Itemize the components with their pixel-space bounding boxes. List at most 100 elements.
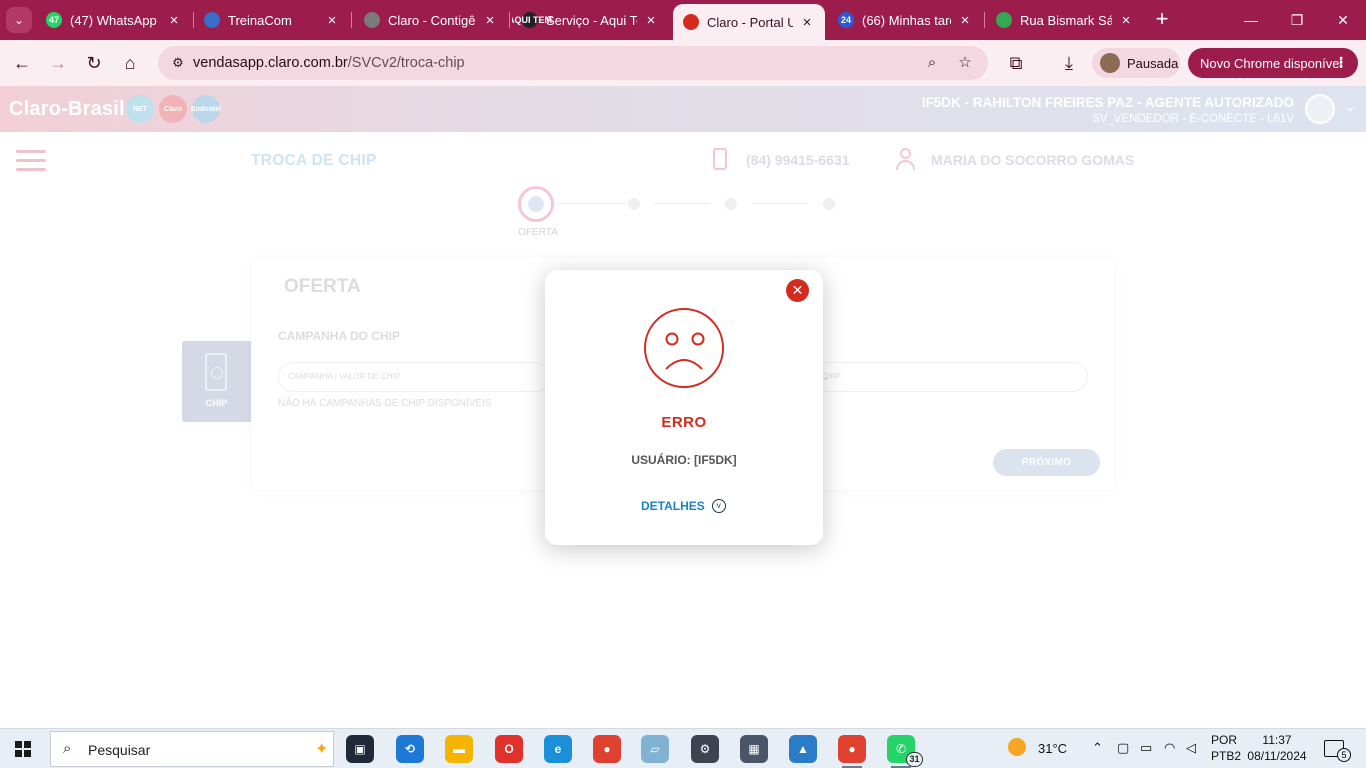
url-path: /SVCv2/troca-chip — [347, 55, 465, 71]
sim-chip-icon — [205, 353, 227, 391]
select-placeholder: CAMPANHA / VALOR DE CHIP — [288, 372, 401, 381]
close-tab-icon[interactable]: × — [799, 14, 815, 31]
update-label: Novo Chrome disponível — [1200, 55, 1343, 71]
zoom-icon[interactable]: ⌕ — [921, 52, 943, 74]
user-avatar-icon[interactable] — [1305, 94, 1335, 124]
close-tab-icon[interactable]: × — [166, 12, 182, 29]
close-tab-icon[interactable]: × — [643, 12, 659, 29]
bookmark-star-icon[interactable]: ☆ — [954, 52, 976, 74]
app-link-icon[interactable]: ⟲ — [396, 735, 424, 763]
hamburger-menu-icon[interactable] — [16, 150, 46, 176]
menu-icon[interactable]: ⋮ — [1334, 54, 1348, 71]
restore-button[interactable]: ❐ — [1274, 6, 1320, 34]
browser-tab-strip: ⌄ 47 (47) WhatsApp × TreinaCom × Claro - Cont… — [0, 0, 1366, 40]
downloads-icon[interactable]: ⤓ — [1055, 49, 1083, 77]
notifications-icon[interactable]: 5 — [1324, 740, 1351, 762]
browser-tab[interactable]: AQUI TEM Serviço - Aqui Te × — [512, 4, 669, 36]
treinacom-icon — [204, 12, 220, 28]
notes-app-icon[interactable]: ▱ — [641, 735, 669, 763]
minimize-button[interactable]: — — [1228, 6, 1274, 34]
home-button[interactable]: ⌂ — [116, 49, 144, 77]
globe-icon — [364, 12, 380, 28]
browser-tab[interactable]: TreinaCom × — [194, 4, 350, 36]
language-code: POR — [1211, 733, 1238, 747]
chip-select[interactable]: CHIP ⌄ — [800, 362, 1088, 392]
browser-tab[interactable]: 47 (47) WhatsApp × — [36, 4, 192, 36]
extensions-icon[interactable]: ⧉ — [1002, 49, 1030, 77]
side-tab-label: CHIP — [205, 398, 228, 408]
app-glyph: ⚙ — [699, 742, 711, 756]
taskbar-search-input[interactable]: ⌕ Pesquisar ✦ — [50, 731, 334, 767]
chevron-down-icon[interactable]: ⌄ — [1344, 98, 1356, 115]
close-tab-icon[interactable]: × — [482, 12, 498, 29]
forward-button[interactable]: → — [44, 49, 72, 77]
browser-tab[interactable]: Claro - Portal Un × — [673, 4, 825, 40]
weather-temperature[interactable]: 31°C — [1038, 741, 1067, 756]
task-view-icon[interactable]: ▣ — [346, 735, 374, 763]
chip-side-tab[interactable]: CHIP — [182, 341, 251, 422]
tab-title: TreinaCom — [228, 12, 292, 28]
tasks-icon: 24 — [838, 12, 854, 28]
url-host: vendasapp.claro.com.br — [193, 55, 348, 71]
back-button[interactable]: ← — [8, 49, 36, 77]
net-badge: NET — [126, 95, 154, 123]
browser-tab[interactable]: Rua Bismark Sá × — [986, 4, 1144, 36]
url-text[interactable]: vendasapp.claro.com.br/SVCv2/troca-chip — [193, 55, 465, 71]
web-page: Claro-Brasil NET Claro Embratel IF5DK - … — [0, 86, 1366, 728]
embratel-badge: Embratel — [191, 95, 221, 123]
new-tab-button[interactable]: + — [1150, 8, 1174, 32]
close-modal-button[interactable]: ✕ — [786, 279, 809, 302]
step-connector — [752, 203, 808, 204]
opera-icon[interactable]: O — [495, 735, 523, 763]
profile-button[interactable]: Pausada — [1092, 48, 1180, 78]
app-glyph: ▣ — [354, 742, 366, 756]
volume-icon[interactable]: ◁ — [1186, 740, 1196, 756]
phone-number: (84) 99415-6631 — [746, 152, 850, 168]
tab-title: (47) WhatsApp — [70, 12, 157, 28]
whatsapp-icon[interactable]: ✆ 31 — [887, 735, 923, 768]
close-window-button[interactable]: ✕ — [1320, 6, 1366, 34]
calculator-icon[interactable]: ▦ — [740, 735, 768, 763]
chevron-up-icon[interactable]: ⌃ — [1092, 740, 1103, 756]
site-info-icon[interactable]: ⚙ — [166, 51, 190, 75]
chevron-down-icon: ⌄ — [13, 13, 25, 27]
browser-tab[interactable]: Claro - Contigên × — [354, 4, 508, 36]
tab-title: Claro - Portal Un — [707, 14, 793, 30]
tab-separator — [509, 12, 510, 28]
chrome-icon[interactable]: ● — [593, 735, 621, 763]
app-glyph: ● — [848, 742, 856, 756]
app-glyph: ✆ — [895, 742, 907, 756]
file-explorer-icon[interactable]: ▬ — [445, 735, 473, 763]
details-toggle[interactable]: DETALHES v — [641, 497, 726, 515]
page-title: TROCA DE CHIP — [251, 152, 377, 169]
weather-icon[interactable] — [1008, 738, 1026, 759]
meet-now-icon[interactable]: ▢ — [1117, 740, 1129, 756]
chrome-update-button[interactable]: Novo Chrome disponível ⋮ — [1188, 48, 1358, 78]
input-language[interactable]: POR PTB2 — [1211, 732, 1241, 764]
browser-tab[interactable]: 24 (66) Minhas tare × — [828, 4, 983, 36]
edge-icon[interactable]: e — [544, 735, 572, 763]
battery-icon[interactable]: ▭ — [1140, 740, 1152, 756]
close-tab-icon[interactable]: × — [324, 12, 340, 29]
chrome-profile-icon[interactable]: ● — [838, 735, 866, 768]
error-title: ERRO — [661, 414, 707, 431]
windows-start-icon[interactable] — [15, 741, 31, 757]
browser-toolbar: ← → ↻ ⌂ ⚙ vendasapp.claro.com.br/SVCv2/t… — [0, 40, 1366, 86]
close-tab-icon[interactable]: × — [957, 12, 973, 29]
photos-icon[interactable]: ▲ — [789, 735, 817, 763]
next-button[interactable]: PRÓXIMO — [993, 449, 1100, 476]
app-glyph: ▬ — [453, 742, 465, 756]
system-clock[interactable]: 11:37 08/11/2024 — [1246, 732, 1308, 764]
wifi-icon[interactable]: ◠ — [1164, 740, 1175, 756]
tab-title: Claro - Contigên — [388, 12, 476, 28]
chip-campaign-select[interactable]: CAMPANHA / VALOR DE CHIP — [278, 362, 550, 392]
tab-search-button[interactable]: ⌄ — [6, 7, 32, 33]
address-bar[interactable]: ⚙ vendasapp.claro.com.br/SVCv2/troca-chi… — [158, 46, 988, 80]
tab-separator — [984, 12, 985, 28]
tab-title: Serviço - Aqui Te — [546, 12, 637, 28]
settings-icon[interactable]: ⚙ — [691, 735, 719, 763]
chevron-down-icon: v — [711, 499, 726, 513]
close-tab-icon[interactable]: × — [1118, 12, 1134, 29]
brand-logo[interactable]: Claro-Brasil — [9, 98, 125, 121]
reload-button[interactable]: ↻ — [80, 49, 108, 77]
